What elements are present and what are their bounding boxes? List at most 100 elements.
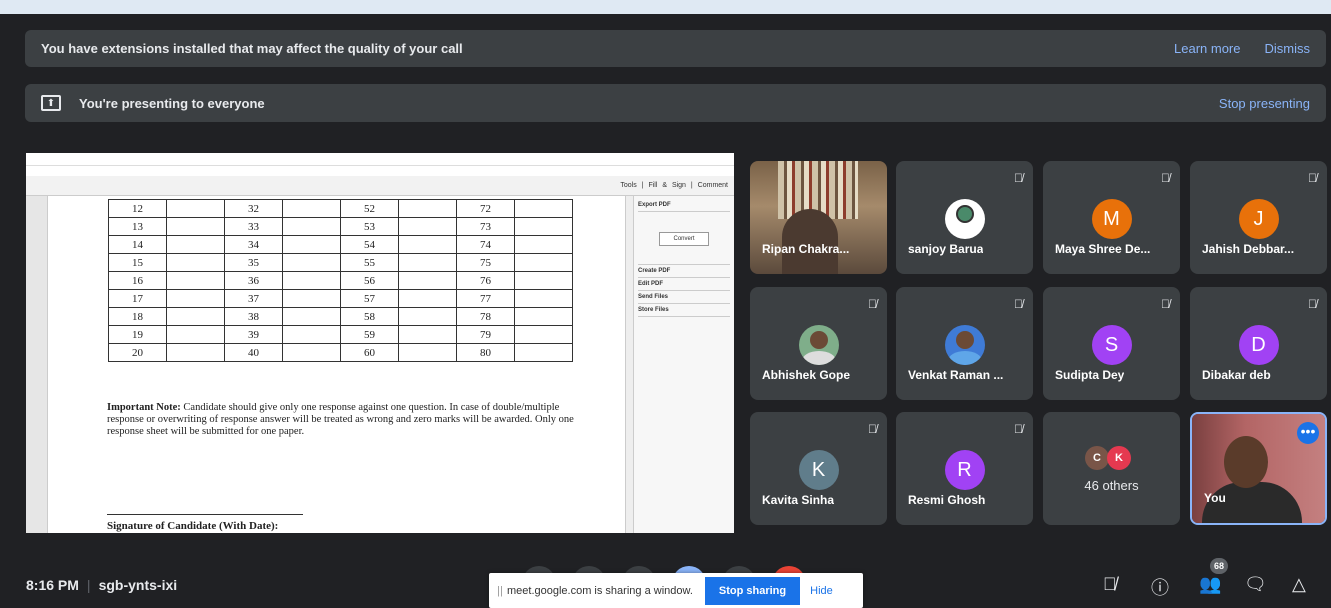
question-number: 76 bbox=[456, 271, 515, 290]
question-number: 12 bbox=[108, 199, 167, 218]
shared-screen: Tools | Fill & Sign | Comment 12 32 52 72 13… bbox=[26, 153, 734, 533]
mic-off-icon[interactable]: 🎙̸ bbox=[1103, 574, 1117, 595]
meeting-code: sgb-ynts-ixi bbox=[98, 577, 178, 593]
side-item: Edit PDF bbox=[638, 278, 730, 291]
hide-button[interactable]: Hide bbox=[810, 585, 833, 597]
mic-off-icon: 🎙̸ bbox=[868, 297, 877, 311]
question-number: 52 bbox=[340, 199, 399, 218]
pdf-side-panel: Export PDF Convert Create PDF Edit PDF Sen… bbox=[633, 196, 734, 533]
learn-more-link[interactable]: Learn more bbox=[1174, 41, 1240, 56]
drag-handle[interactable]: || bbox=[493, 585, 507, 597]
tile-maya[interactable]: 🎙̸ M Maya Shree De... bbox=[1043, 161, 1180, 274]
table-row: 19 39 59 79 bbox=[108, 325, 573, 344]
response-cell bbox=[282, 289, 341, 308]
response-cell bbox=[514, 235, 573, 254]
side-item: Create PDF bbox=[638, 265, 730, 278]
tile-jahish[interactable]: 🎙̸ J Jahish Debbar... bbox=[1190, 161, 1327, 274]
share-message: meet.google.com is sharing a window. bbox=[507, 584, 693, 597]
tile-sanjoy[interactable]: 🎙̸ sanjoy Barua bbox=[896, 161, 1033, 274]
table-row: 14 34 54 74 bbox=[108, 235, 573, 254]
people-icon[interactable]: 👥 bbox=[1199, 574, 1221, 595]
side-items: Create PDF Edit PDF Send Files Store Files bbox=[638, 264, 730, 317]
extensions-message: You have extensions installed that may a… bbox=[41, 41, 463, 56]
more-icon[interactable]: ••• bbox=[1297, 422, 1319, 444]
response-cell bbox=[282, 199, 341, 218]
avatar bbox=[944, 199, 985, 239]
avatar bbox=[798, 325, 839, 365]
response-cell bbox=[514, 307, 573, 326]
table-row: 17 37 57 77 bbox=[108, 289, 573, 308]
avatar: D bbox=[1238, 325, 1279, 365]
table-row: 20 40 60 80 bbox=[108, 343, 573, 362]
question-number: 36 bbox=[224, 271, 283, 290]
participant-name: Sudipta Dey bbox=[1055, 368, 1125, 382]
response-cell bbox=[398, 253, 457, 272]
response-cell bbox=[398, 307, 457, 326]
question-number: 77 bbox=[456, 289, 515, 308]
question-number: 40 bbox=[224, 343, 283, 362]
chat-icon[interactable]: 🗨 bbox=[1244, 574, 1267, 595]
avatar: K bbox=[798, 450, 839, 490]
question-number: 54 bbox=[340, 235, 399, 254]
question-number: 73 bbox=[456, 217, 515, 236]
tile-others[interactable]: C K 46 others bbox=[1043, 412, 1180, 525]
tile-you[interactable]: ••• You bbox=[1190, 412, 1327, 525]
stop-sharing-button[interactable]: Stop sharing bbox=[704, 576, 801, 605]
participant-name: sanjoy Barua bbox=[908, 242, 984, 256]
tile-dibakar[interactable]: 🎙̸ D Dibakar deb bbox=[1190, 287, 1327, 400]
response-cell bbox=[398, 199, 457, 218]
pdf-title-bar bbox=[26, 153, 734, 166]
tile-resmi[interactable]: 🎙̸ R Resmi Ghosh bbox=[896, 412, 1033, 525]
pdf-toolbar-right: Tools | Fill & Sign | Comment bbox=[620, 182, 728, 189]
response-cell bbox=[282, 253, 341, 272]
question-number: 53 bbox=[340, 217, 399, 236]
table-row: 13 33 53 73 bbox=[108, 217, 573, 236]
response-cell bbox=[398, 343, 457, 362]
tile-abhishek[interactable]: 🎙̸ Abhishek Gope bbox=[750, 287, 887, 400]
question-number: 56 bbox=[340, 271, 399, 290]
avatar bbox=[944, 325, 985, 365]
question-number: 34 bbox=[224, 235, 283, 254]
response-cell bbox=[282, 235, 341, 254]
tile-ripan[interactable]: Ripan Chakra... bbox=[750, 161, 887, 274]
stop-presenting-button[interactable]: Stop presenting bbox=[1219, 96, 1310, 111]
participant-name: Resmi Ghosh bbox=[908, 493, 986, 507]
response-cell bbox=[166, 199, 225, 218]
response-cell bbox=[282, 271, 341, 290]
self-video-head bbox=[1224, 436, 1268, 488]
note-label: Important Note: bbox=[107, 402, 181, 413]
tile-kavita[interactable]: 🎙̸ K Kavita Sinha bbox=[750, 412, 887, 525]
question-number: 57 bbox=[340, 289, 399, 308]
pdf-scrollbar bbox=[625, 196, 633, 533]
avatar: J bbox=[1238, 199, 1279, 239]
present-icon: ⬆ bbox=[41, 95, 61, 111]
mic-off-icon: 🎙̸ bbox=[1308, 297, 1317, 311]
table-row: 18 38 58 78 bbox=[108, 307, 573, 326]
dismiss-button[interactable]: Dismiss bbox=[1265, 41, 1311, 56]
export-pdf-header: Export PDF bbox=[638, 199, 730, 212]
table-row: 12 32 52 72 bbox=[108, 199, 573, 218]
signature-label: Signature of Candidate (With Date): bbox=[107, 520, 279, 532]
avatar: R bbox=[944, 450, 985, 490]
tile-sudipta[interactable]: 🎙̸ S Sudipta Dey bbox=[1043, 287, 1180, 400]
avatar: M bbox=[1091, 199, 1132, 239]
tile-venkat[interactable]: 🎙̸ Venkat Raman ... bbox=[896, 287, 1033, 400]
participant-name: Dibakar deb bbox=[1202, 368, 1271, 382]
participant-name: Maya Shree De... bbox=[1055, 242, 1151, 256]
response-cell bbox=[398, 235, 457, 254]
question-number: 60 bbox=[340, 343, 399, 362]
mic-off-icon: 🎙̸ bbox=[1014, 297, 1023, 311]
extensions-banner: You have extensions installed that may a… bbox=[25, 30, 1326, 67]
info-icon[interactable]: ⓘ bbox=[1151, 574, 1169, 600]
question-number: 72 bbox=[456, 199, 515, 218]
response-cell bbox=[514, 253, 573, 272]
mic-off-icon: 🎙̸ bbox=[1161, 171, 1170, 185]
activities-icon[interactable]: △ bbox=[1292, 574, 1306, 595]
question-number: 55 bbox=[340, 253, 399, 272]
mic-off-icon: 🎙̸ bbox=[1308, 171, 1317, 185]
question-number: 37 bbox=[224, 289, 283, 308]
question-number: 39 bbox=[224, 325, 283, 344]
response-cell bbox=[514, 217, 573, 236]
presenting-message: You're presenting to everyone bbox=[79, 95, 265, 111]
response-cell bbox=[166, 253, 225, 272]
